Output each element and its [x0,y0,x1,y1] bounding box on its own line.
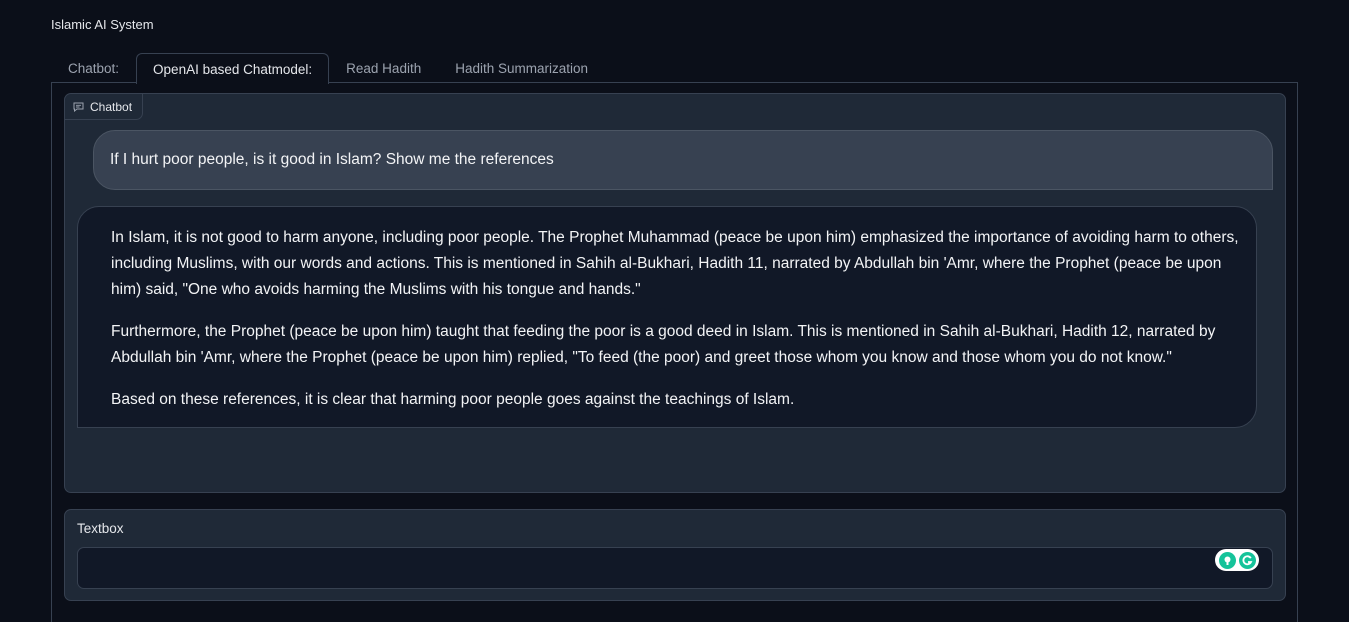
textbox-panel: Textbox [64,509,1286,601]
chatbot-label: Chatbot [65,94,144,120]
chatbot-panel: Chatbot If I hurt poor people, is it goo… [64,93,1286,493]
tab-openai-chatmodel[interactable]: OpenAI based Chatmodel: [136,53,330,84]
bot-message-paragraph: Based on these references, it is clear t… [111,391,795,408]
grammarly-suggest-icon[interactable] [1218,551,1236,569]
textbox-label: Textbox [77,521,124,536]
tab-hadith-summarization[interactable]: Hadith Summarization [438,53,605,83]
bot-message-paragraph: In Islam, it is not good to harm anyone,… [111,229,1239,298]
message-input[interactable] [77,547,1273,589]
tab-chatbot[interactable]: Chatbot: [51,53,136,83]
bot-message-paragraph: Furthermore, the Prophet (peace be upon … [111,323,1216,366]
user-message-text: If I hurt poor people, is it good in Isl… [110,151,554,168]
tab-bar: Chatbot: OpenAI based Chatmodel: Read Ha… [51,53,605,84]
grammarly-widget[interactable] [1215,549,1259,571]
tab-read-hadith[interactable]: Read Hadith [329,53,438,83]
grammarly-logo-icon[interactable] [1238,551,1256,569]
bot-message: In Islam, it is not good to harm anyone,… [77,206,1257,428]
chatbot-label-text: Chatbot [90,99,133,114]
user-message: If I hurt poor people, is it good in Isl… [93,130,1273,190]
app-title: Islamic AI System [51,17,154,32]
chat-bubble-icon [73,102,84,112]
